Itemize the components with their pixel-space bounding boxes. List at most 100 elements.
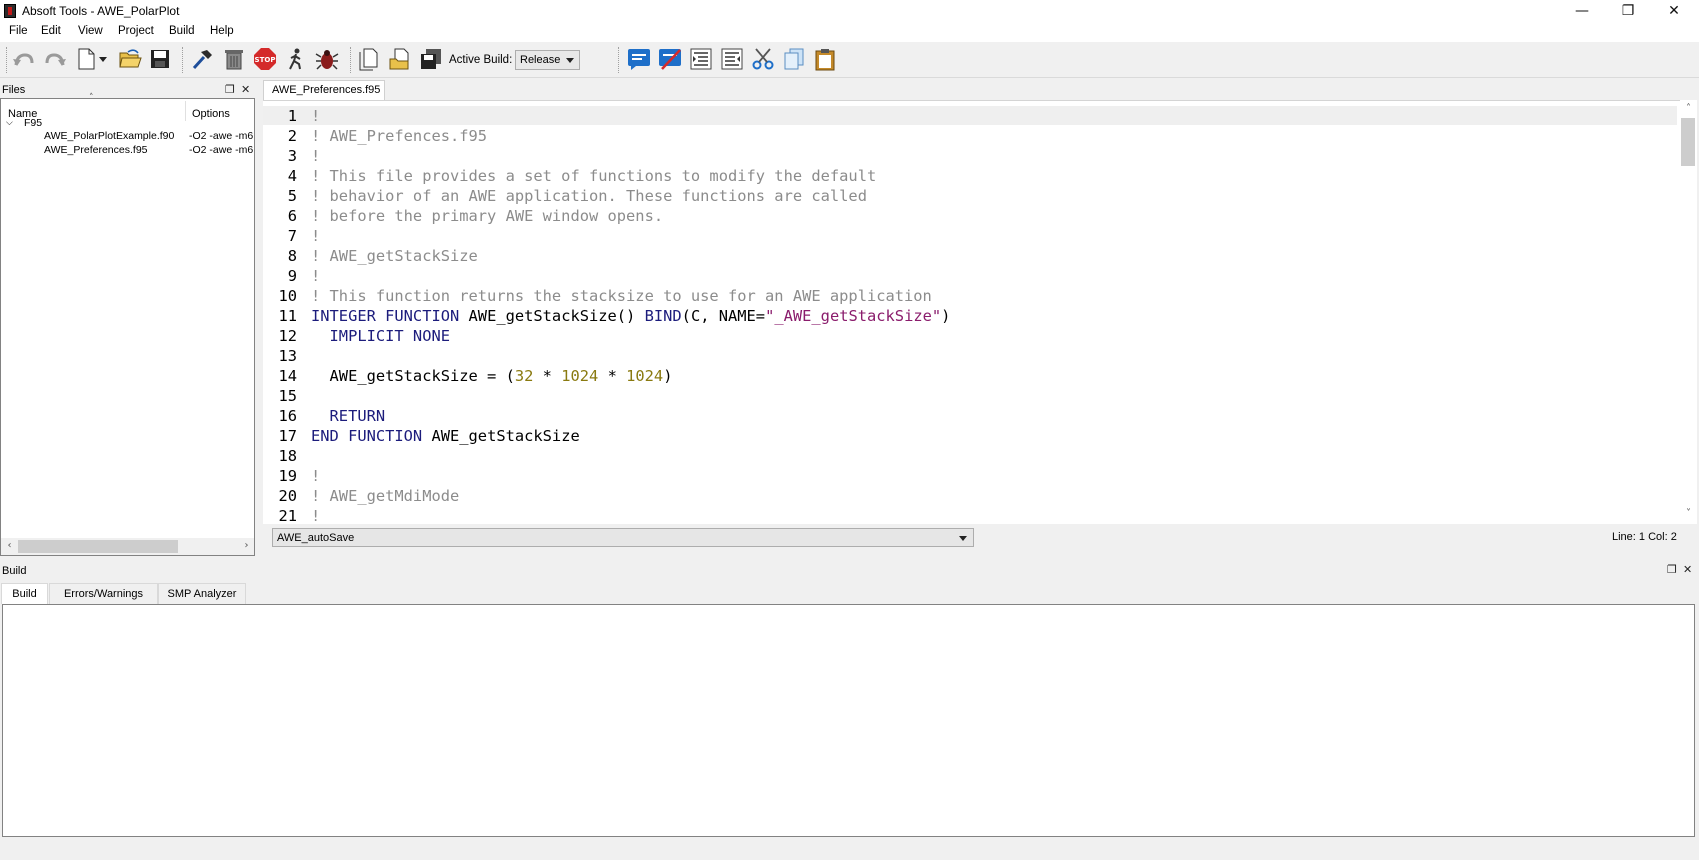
code-token: ) bbox=[663, 367, 673, 385]
toolbar-grip bbox=[6, 47, 7, 73]
function-selector[interactable]: AWE_autoSave bbox=[272, 528, 974, 547]
code-line[interactable]: 6 ! before the primary AWE window opens. bbox=[263, 206, 663, 226]
trash-icon[interactable] bbox=[222, 47, 246, 71]
indent-icon[interactable] bbox=[689, 47, 713, 71]
tab-build[interactable]: Build bbox=[1, 583, 48, 604]
line-number: 13 bbox=[278, 347, 297, 365]
code-token: ! bbox=[311, 147, 321, 165]
paste-icon[interactable] bbox=[813, 47, 837, 71]
code-text: ! behavior of an AWE application. These … bbox=[311, 186, 867, 206]
file-row[interactable]: AWE_Preferences.f95 bbox=[44, 144, 148, 156]
scroll-down-icon[interactable]: ˅ bbox=[1680, 508, 1697, 519]
toolbar: STOP Active Build: Release bbox=[0, 42, 1699, 78]
save-icon[interactable] bbox=[148, 47, 172, 71]
uncomment-icon[interactable] bbox=[658, 47, 682, 71]
code-line[interactable]: 13 bbox=[263, 346, 297, 366]
line-number: 1 bbox=[287, 107, 297, 125]
save-all-icon[interactable] bbox=[419, 47, 443, 71]
code-text: ! before the primary AWE window opens. bbox=[311, 206, 663, 226]
close-panel-icon[interactable]: ✕ bbox=[1683, 563, 1692, 576]
line-number: 5 bbox=[287, 187, 297, 205]
code-lines[interactable]: 1! 2! AWE_Prefences.f95 3! 4! This file pro… bbox=[263, 106, 1677, 524]
menu-help[interactable]: Help bbox=[210, 25, 234, 37]
cut-icon[interactable] bbox=[751, 47, 775, 71]
code-text: IMPLICIT NONE bbox=[311, 326, 450, 346]
code-line[interactable]: 17 END FUNCTION AWE_getStackSize bbox=[263, 426, 579, 446]
code-token: ! bbox=[311, 507, 321, 524]
code-token: ! behavior of an AWE application. These … bbox=[311, 187, 867, 205]
code-line[interactable]: 4 ! This file provides a set of functions… bbox=[263, 166, 877, 186]
code-line[interactable]: 14 AWE_getStackSize = (32 * 1024 * 1024) bbox=[263, 366, 672, 386]
tab-errors-warnings[interactable]: Errors/Warnings bbox=[49, 583, 158, 604]
code-line[interactable]: 3! bbox=[263, 146, 321, 166]
code-token: 1024 bbox=[626, 367, 664, 385]
code-line[interactable]: 2 ! AWE_Prefences.f95 bbox=[263, 126, 487, 146]
code-line[interactable]: 15 bbox=[263, 386, 297, 406]
code-line[interactable]: 18 bbox=[263, 446, 297, 466]
scroll-up-icon[interactable]: ˄ bbox=[1680, 103, 1697, 114]
menu-edit[interactable]: Edit bbox=[41, 25, 61, 37]
files-scroll-thumb[interactable] bbox=[18, 540, 178, 553]
editor-scroll-thumb[interactable] bbox=[1681, 118, 1695, 166]
toolbar-separator bbox=[182, 47, 183, 73]
code-line[interactable]: 20 ! AWE_getMdiMode bbox=[263, 486, 459, 506]
column-header-options[interactable]: Options bbox=[192, 108, 230, 120]
code-line[interactable]: 1! bbox=[263, 106, 321, 126]
maximize-button[interactable]: ❐ bbox=[1605, 0, 1651, 22]
menu-file[interactable]: File bbox=[9, 25, 28, 37]
code-line[interactable]: 11 INTEGER FUNCTION AWE_getStackSize() BI… bbox=[263, 306, 950, 326]
comment-icon[interactable] bbox=[627, 47, 651, 71]
line-number: 15 bbox=[278, 387, 297, 405]
menu-view[interactable]: View bbox=[78, 25, 103, 37]
code-line[interactable]: 10 ! This function returns the stacksize … bbox=[263, 286, 931, 306]
line-number: 20 bbox=[278, 487, 297, 505]
new-project-icon[interactable] bbox=[357, 47, 381, 71]
scroll-left-icon[interactable]: ‹ bbox=[1, 540, 18, 551]
code-token: END FUNCTION bbox=[311, 427, 423, 445]
code-line[interactable]: 8 ! AWE_getStackSize bbox=[263, 246, 478, 266]
code-token: ! bbox=[311, 267, 321, 285]
code-line[interactable]: 12 IMPLICIT NONE bbox=[263, 326, 450, 346]
build-output[interactable] bbox=[2, 604, 1695, 837]
open-project-icon[interactable] bbox=[388, 47, 412, 71]
files-tree: ˄ Name Options ⌵ F95 AWE_PolarPlotExampl… bbox=[0, 93, 255, 556]
redo-icon[interactable] bbox=[43, 47, 67, 71]
tab-smp-analyzer[interactable]: SMP Analyzer bbox=[158, 583, 246, 604]
code-line[interactable]: 7! bbox=[263, 226, 321, 246]
undo-icon[interactable] bbox=[12, 47, 36, 71]
code-token: ! This file provides a set of functions … bbox=[311, 167, 877, 185]
copy-icon[interactable] bbox=[782, 47, 806, 71]
menu-project[interactable]: Project bbox=[118, 25, 154, 37]
chevron-down-icon[interactable]: ⌵ bbox=[6, 118, 13, 128]
run-icon[interactable] bbox=[284, 47, 308, 71]
active-build-select[interactable]: Release bbox=[515, 50, 580, 70]
open-folder-icon[interactable] bbox=[118, 47, 142, 71]
scroll-right-icon[interactable]: › bbox=[238, 540, 255, 551]
build-hammer-icon[interactable] bbox=[190, 47, 214, 71]
code-line[interactable]: 16 RETURN bbox=[263, 406, 385, 426]
line-number: 10 bbox=[278, 287, 297, 305]
float-panel-icon[interactable]: ❐ bbox=[1667, 563, 1677, 576]
code-token: "_AWE_getStackSize" bbox=[765, 307, 942, 325]
new-file-icon[interactable] bbox=[74, 47, 98, 71]
code-line[interactable]: 9! bbox=[263, 266, 321, 286]
outdent-icon[interactable] bbox=[720, 47, 744, 71]
menu-build[interactable]: Build bbox=[169, 25, 195, 37]
code-token: ! This function returns the stacksize to… bbox=[311, 287, 932, 305]
minimize-button[interactable]: — bbox=[1559, 0, 1605, 22]
code-line[interactable]: 21! bbox=[263, 506, 320, 524]
column-divider[interactable] bbox=[185, 101, 186, 121]
code-line[interactable]: 5 ! behavior of an AWE application. These… bbox=[263, 186, 867, 206]
line-number: 6 bbox=[287, 207, 297, 225]
build-panel-title: Build bbox=[2, 565, 27, 577]
stop-icon[interactable]: STOP bbox=[253, 47, 277, 71]
debug-bug-icon[interactable] bbox=[315, 47, 339, 71]
close-panel-icon[interactable]: ✕ bbox=[241, 83, 250, 96]
file-row[interactable]: AWE_PolarPlotExample.f90 bbox=[44, 130, 174, 142]
float-panel-icon[interactable]: ❐ bbox=[225, 83, 235, 96]
close-button[interactable]: ✕ bbox=[1651, 0, 1697, 22]
tab-awe-preferences[interactable]: AWE_Preferences.f95 bbox=[263, 80, 385, 100]
new-file-dropdown-icon[interactable] bbox=[97, 47, 109, 71]
code-line[interactable]: 19! bbox=[263, 466, 320, 486]
folder-node-f95[interactable]: ⌵ F95 bbox=[6, 116, 42, 129]
